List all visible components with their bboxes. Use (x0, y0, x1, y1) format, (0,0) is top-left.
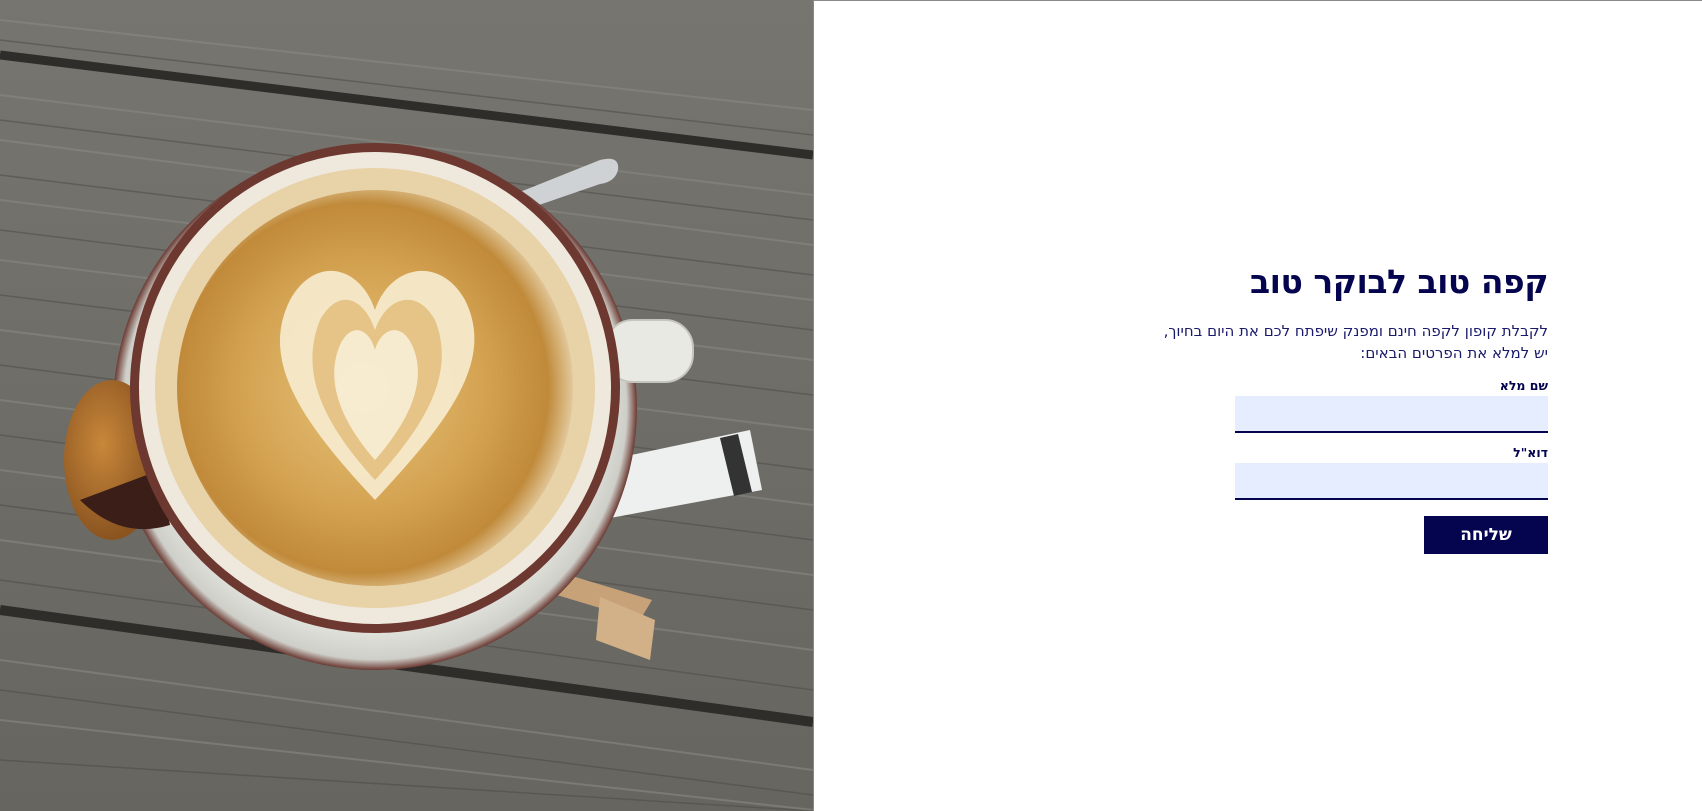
email-field[interactable] (1235, 463, 1548, 500)
coffee-photo (0, 0, 814, 811)
page: קפה טוב לבוקר טוב לקבלת קופון לקפה חינם … (0, 0, 1702, 811)
name-field[interactable] (1235, 396, 1548, 433)
coffee-cup-photo-icon (0, 0, 813, 811)
intro-line-1: לקבלת קופון לקפה חינם ומפנק שיפתח לכם את… (1163, 322, 1548, 340)
top-border (813, 0, 1702, 1)
intro-line-2: יש למלא את הפרטים הבאים: (1360, 344, 1548, 362)
intro-text: לקבלת קופון לקפה חינם ומפנק שיפתח לכם את… (1130, 320, 1548, 364)
page-title: קפה טוב לבוקר טוב (1250, 262, 1548, 301)
coupon-form: קפה טוב לבוקר טוב לקבלת קופון לקפה חינם … (1130, 258, 1549, 554)
name-label: שם מלא (1499, 378, 1548, 393)
email-label: דוא"ל (1513, 445, 1548, 460)
submit-button[interactable]: שליחה (1424, 516, 1548, 554)
